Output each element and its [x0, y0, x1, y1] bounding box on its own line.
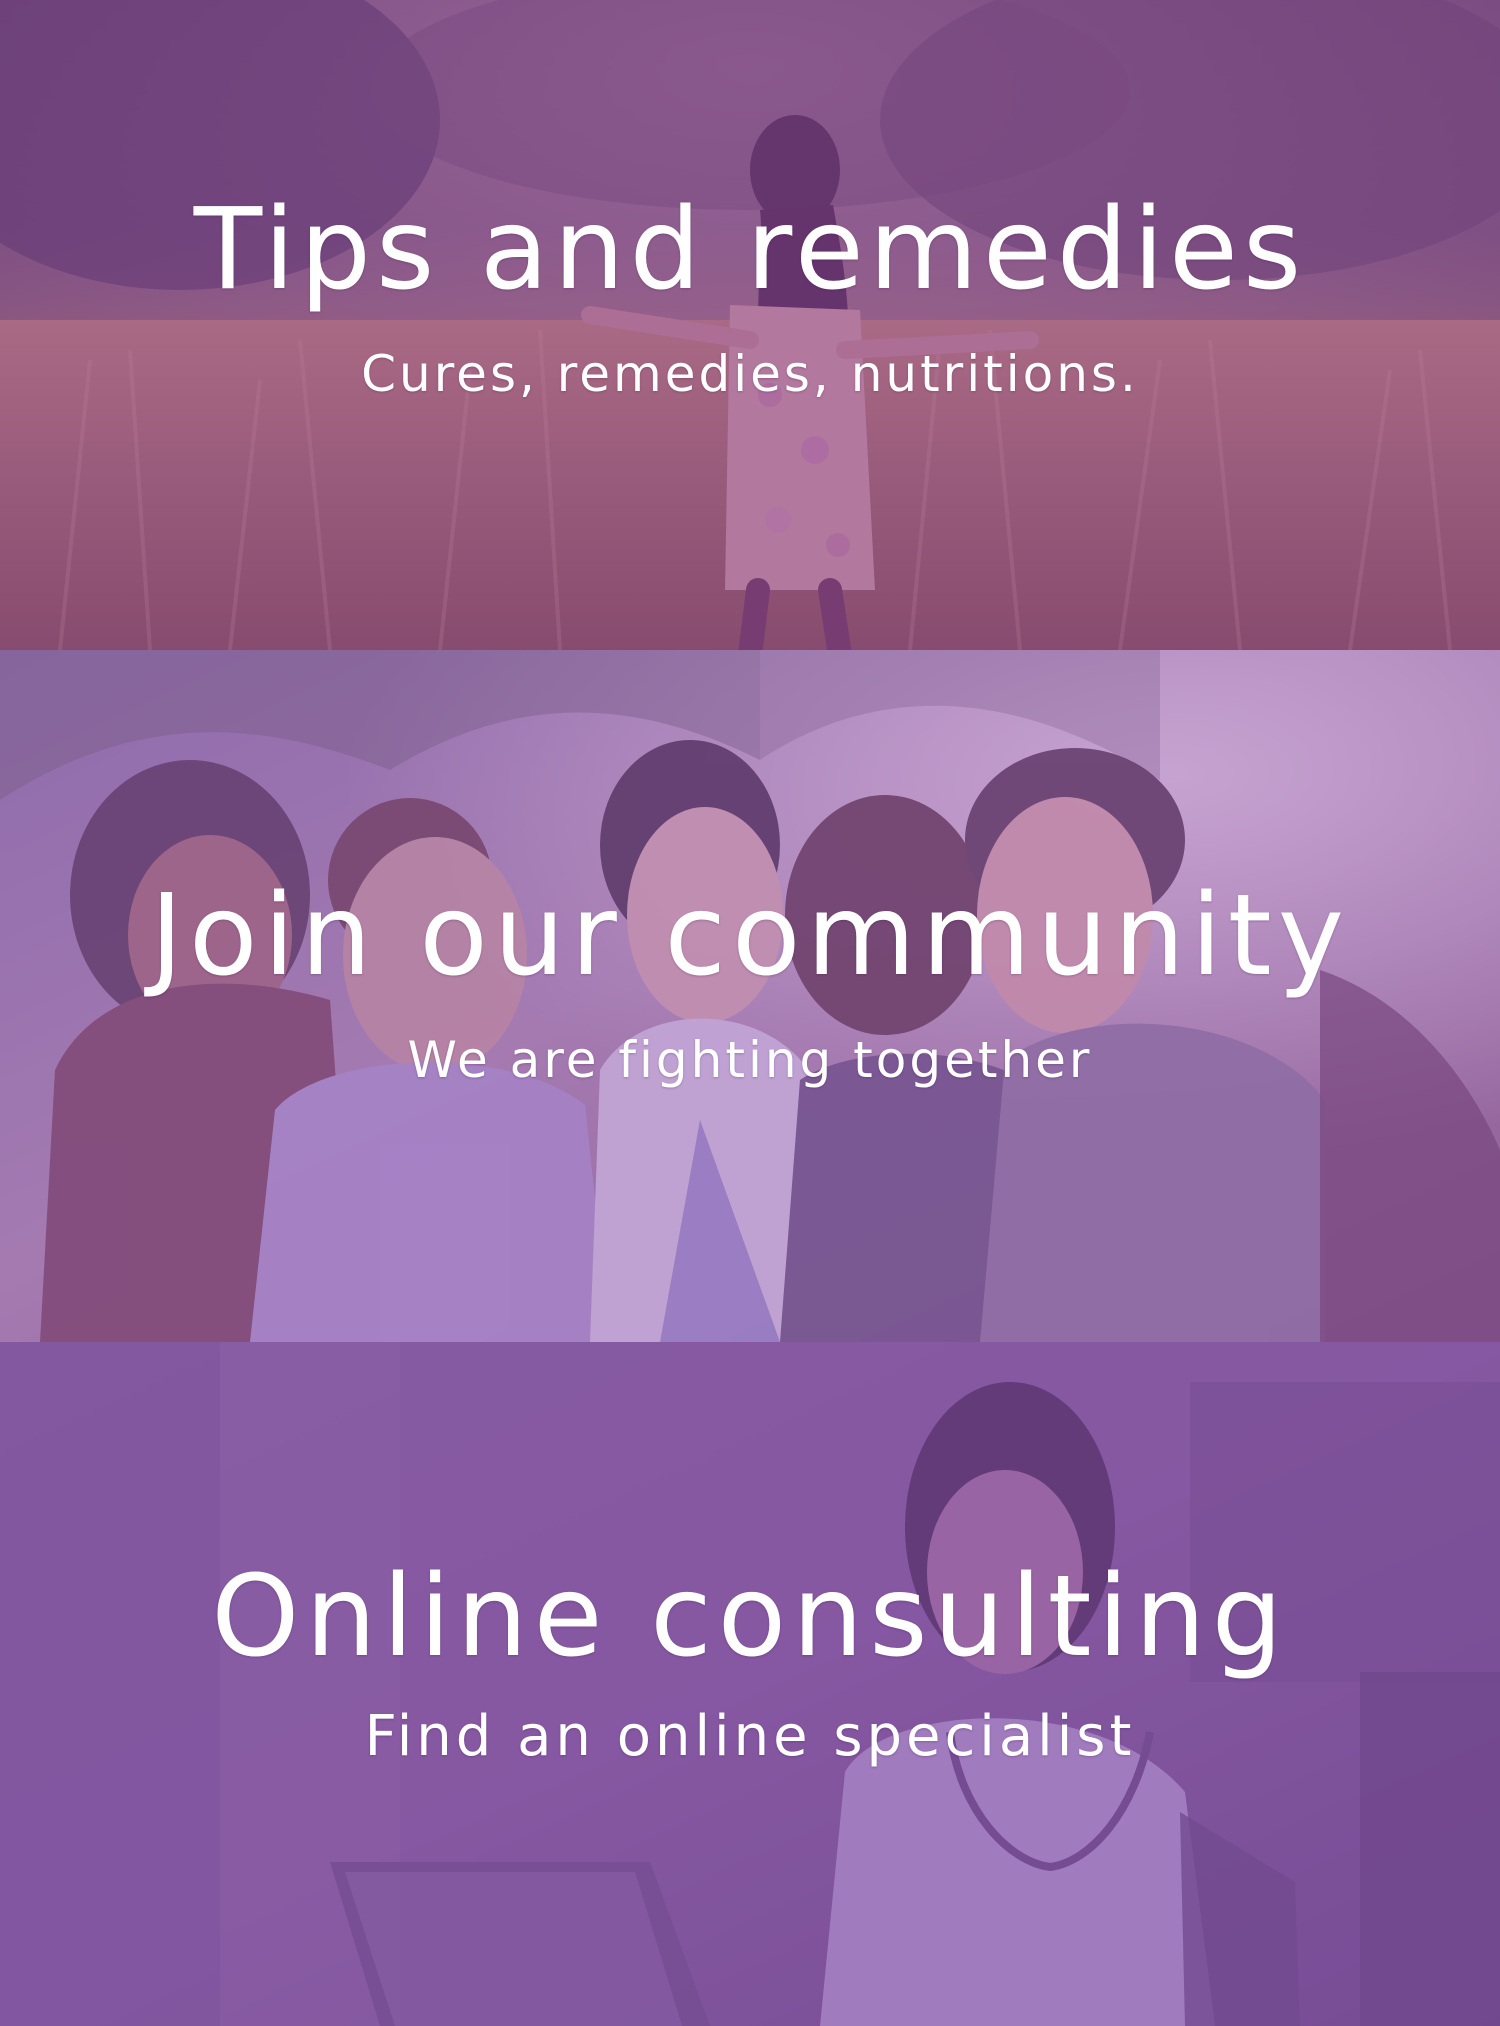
join-community-panel[interactable]: Join our community We are fighting toget… — [0, 650, 1500, 1342]
section-title: Join our community — [150, 871, 1350, 1001]
tips-and-remedies-panel[interactable]: Tips and remedies Cures, remedies, nutri… — [0, 0, 1500, 650]
panel-copy: Join our community We are fighting toget… — [0, 876, 1500, 1088]
section-subtitle: Cures, remedies, nutritions. — [361, 344, 1139, 403]
section-subtitle: We are fighting together — [407, 1030, 1093, 1089]
landing-feature-panels: Tips and remedies Cures, remedies, nutri… — [0, 0, 1500, 2026]
section-title: Online consulting — [211, 1552, 1289, 1682]
panel-copy: Tips and remedies Cures, remedies, nutri… — [0, 190, 1500, 402]
online-consulting-panel[interactable]: Online consulting Find an online special… — [0, 1342, 1500, 2026]
section-subtitle: Find an online specialist — [364, 1703, 1136, 1769]
panel-copy: Online consulting Find an online special… — [0, 1557, 1500, 1768]
section-title: Tips and remedies — [193, 185, 1307, 315]
